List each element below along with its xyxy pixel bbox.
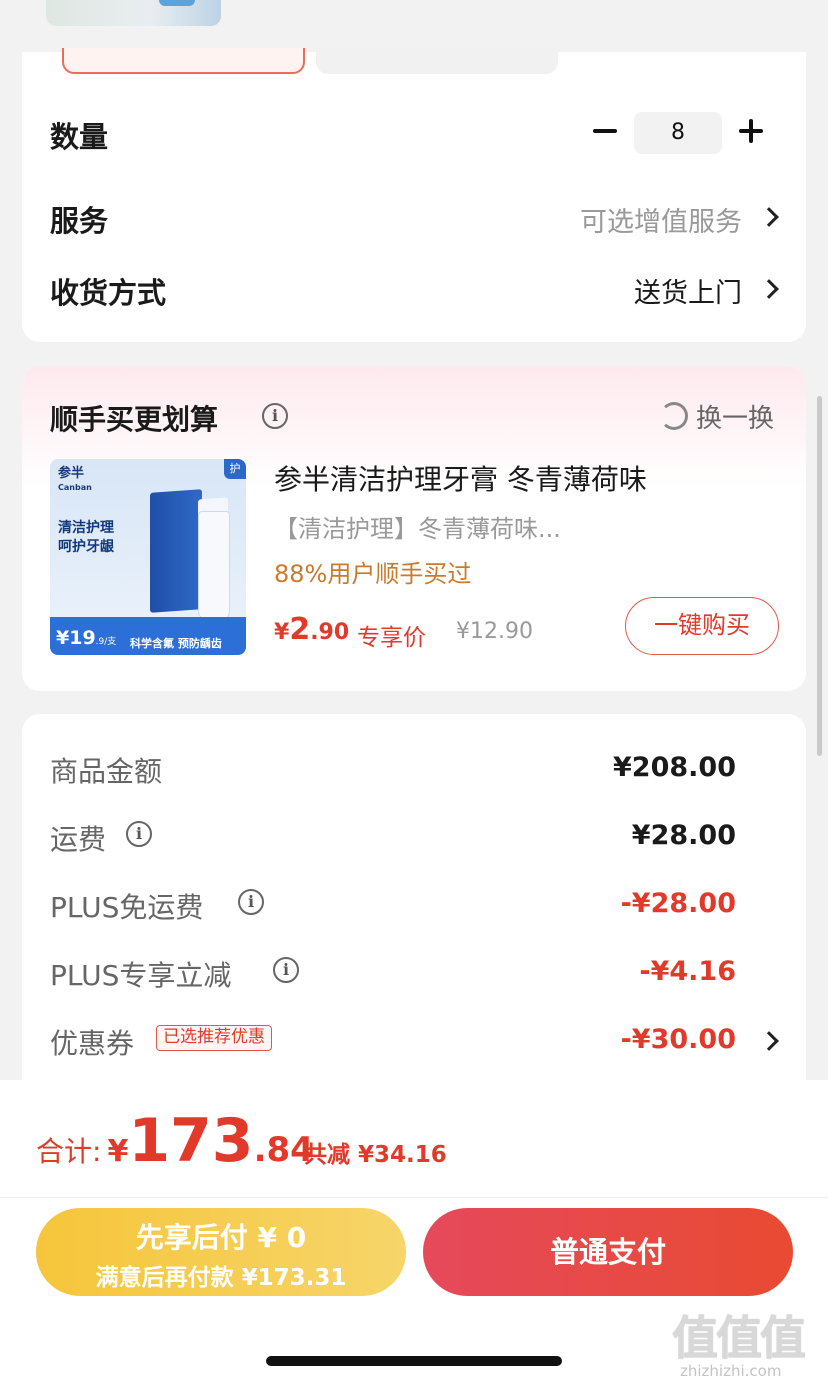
total-amount: 合计: ¥173.84 [36, 1106, 314, 1176]
info-icon[interactable]: i [262, 403, 288, 429]
refresh-button[interactable]: 换一换 [696, 398, 774, 435]
plus-discount-value: -¥4.16 [639, 956, 736, 987]
product-buyers-rate: 88%用户顺手买过 [274, 560, 472, 588]
quantity-label: 数量 [50, 120, 109, 154]
quantity-decrease-button[interactable] [590, 116, 620, 146]
chevron-right-icon [759, 1031, 779, 1051]
brand-logo: 参半 Canban [58, 466, 92, 493]
delivery-label: 收货方式 [50, 276, 167, 310]
exclusive-price-tag: 专享价 [357, 625, 426, 651]
info-icon[interactable]: i [126, 821, 152, 847]
product-image[interactable]: 参半 Canban 护 清洁护理 呵护牙龈 ¥19.9/支 科学含氟 预防龋齿 [50, 459, 246, 655]
site-watermark: 值值值 zhizhizhi.com [672, 1311, 806, 1380]
one-click-buy-button[interactable]: 一键购买 [625, 597, 779, 655]
image-price: ¥19.9/支 [56, 627, 117, 649]
service-value: 可选增值服务 [580, 207, 742, 238]
product-subtitle: 【清洁护理】冬青薄荷味... [274, 515, 561, 543]
scrollbar[interactable] [817, 396, 822, 756]
price-summary-card: 商品金额 ¥208.00 运费 i ¥28.00 PLUS免运费 i -¥28.… [22, 714, 806, 1134]
refresh-icon[interactable] [660, 402, 688, 430]
goods-amount-label: 商品金额 [50, 755, 163, 788]
total-saved: 共减 ¥34.16 [304, 1142, 447, 1168]
plus-discount-label: PLUS专享立减 [50, 959, 232, 992]
delivery-value: 送货上门 [634, 278, 742, 309]
chevron-right-icon [759, 207, 779, 227]
product-price: ¥2.90 [274, 612, 350, 647]
toothpaste-tube [198, 511, 230, 621]
quantity-increase-button[interactable] [736, 116, 766, 146]
top-strip [0, 0, 828, 52]
image-headline: 清洁护理 呵护牙龈 [58, 520, 114, 555]
chevron-right-icon [759, 279, 779, 299]
coupon-value: -¥30.00 [620, 1024, 736, 1055]
goods-amount-value: ¥208.00 [613, 752, 736, 783]
original-price: ¥12.90 [456, 619, 533, 644]
home-indicator[interactable] [266, 1356, 562, 1366]
toothpaste-box [150, 489, 202, 613]
corner-tag: 护 [224, 459, 246, 479]
spec-option-selected[interactable] [62, 48, 305, 74]
image-features: 科学含氟 预防龋齿 [130, 637, 222, 650]
service-label: 服务 [50, 204, 109, 238]
info-icon[interactable]: i [238, 889, 264, 915]
pay-later-button[interactable]: 先享后付 ¥ 0 满意后再付款 ¥173.31 [36, 1208, 406, 1296]
product-title[interactable]: 参半清洁护理牙膏 冬青薄荷味 [274, 458, 647, 498]
coupon-badge: 已选推荐优惠 [156, 1025, 272, 1051]
plus-free-shipping-label: PLUS免运费 [50, 891, 204, 924]
recommend-title: 顺手买更划算 [50, 403, 219, 436]
info-icon[interactable]: i [273, 957, 299, 983]
pay-button[interactable]: 普通支付 [423, 1208, 793, 1296]
quantity-input[interactable]: 8 [634, 112, 722, 154]
order-options-card: 数量 8 服务 可选增值服务 收货方式 送货上门 [22, 48, 806, 342]
product-thumbnail[interactable] [46, 0, 221, 26]
recommend-card: 顺手买更划算 i 换一换 参半 Canban 护 清洁护理 呵护牙龈 ¥19.9/支… [22, 366, 806, 691]
plus-free-shipping-value: -¥28.00 [620, 888, 736, 919]
spec-option[interactable] [316, 48, 558, 74]
shipping-value: ¥28.00 [631, 820, 736, 851]
coupon-label: 优惠券 [50, 1027, 135, 1060]
shipping-label: 运费 [50, 823, 107, 856]
